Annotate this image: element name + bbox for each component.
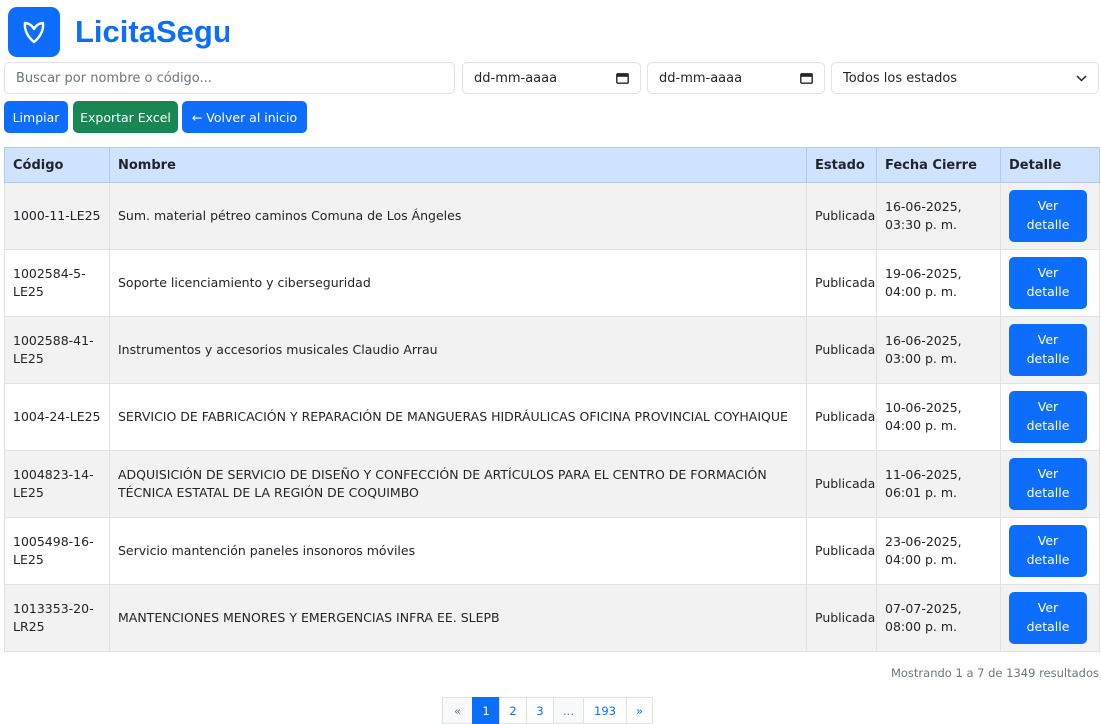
date-to-input[interactable]: dd-mm-aaaa xyxy=(647,62,825,94)
page-last[interactable]: 193 xyxy=(583,697,627,724)
cell-detail: Ver detalle xyxy=(1000,584,1100,652)
heart-outline-icon xyxy=(23,21,45,44)
cell-detail: Ver detalle xyxy=(1000,517,1100,585)
cell-code: 1004823-14-LE25 xyxy=(4,450,110,518)
cell-close-date: 07-07-2025, 08:00 p. m. xyxy=(876,584,1001,652)
cell-close-date: 16-06-2025, 03:30 p. m. xyxy=(876,182,1001,250)
chevron-down-icon xyxy=(1076,74,1087,82)
cell-code: 1002588-41-LE25 xyxy=(4,316,110,384)
table-row: 1004-24-LE25 SERVICIO DE FABRICACIÓN Y R… xyxy=(4,383,1100,451)
cell-close-date: 16-06-2025, 03:00 p. m. xyxy=(876,316,1001,384)
cell-code: 1013353-20-LR25 xyxy=(4,584,110,652)
view-detail-button[interactable]: Ver detalle xyxy=(1009,324,1087,376)
cell-status: Publicada xyxy=(806,383,877,451)
date-to-placeholder: dd-mm-aaaa xyxy=(659,70,743,86)
table-row: 1002584-5-LE25 Soporte licenciamiento y … xyxy=(4,249,1100,317)
cell-close-date: 10-06-2025, 04:00 p. m. xyxy=(876,383,1001,451)
export-excel-button[interactable]: Exportar Excel xyxy=(73,101,178,133)
page-1[interactable]: 1 xyxy=(472,697,500,724)
cell-code: 1002584-5-LE25 xyxy=(4,249,110,317)
page-prev[interactable]: « xyxy=(442,697,473,724)
cell-detail: Ver detalle xyxy=(1000,182,1100,250)
view-detail-button[interactable]: Ver detalle xyxy=(1009,592,1087,644)
view-detail-button[interactable]: Ver detalle xyxy=(1009,525,1087,577)
results-table: Código Nombre Estado Fecha Cierre Detall… xyxy=(4,147,1100,652)
table-header-row: Código Nombre Estado Fecha Cierre Detall… xyxy=(4,147,1100,183)
cell-status: Publicada xyxy=(806,316,877,384)
calendar-icon[interactable] xyxy=(800,72,813,84)
brand-name[interactable]: LicitaSegu xyxy=(75,14,229,50)
cell-code: 1000-11-LE25 xyxy=(4,182,110,250)
pagination: « 1 2 3 ... 193 » xyxy=(442,697,653,724)
cell-close-date: 19-06-2025, 04:00 p. m. xyxy=(876,249,1001,317)
cell-name: Soporte licenciamiento y ciberseguridad xyxy=(109,249,807,317)
cell-code: 1004-24-LE25 xyxy=(4,383,110,451)
column-header-detail: Detalle xyxy=(1000,147,1100,183)
status-select[interactable]: Todos los estados xyxy=(831,62,1099,94)
column-header-code: Código xyxy=(4,147,110,183)
column-header-status: Estado xyxy=(806,147,877,183)
cell-name: Sum. material pétreo caminos Comuna de L… xyxy=(109,182,807,250)
clear-button[interactable]: Limpiar xyxy=(4,101,68,133)
cell-status: Publicada xyxy=(806,450,877,518)
cell-name: MANTENCIONES MENORES Y EMERGENCIAS INFRA… xyxy=(109,584,807,652)
table-row: 1005498-16-LE25 Servicio mantención pane… xyxy=(4,517,1100,585)
cell-code: 1005498-16-LE25 xyxy=(4,517,110,585)
table-row: 1004823-14-LE25 ADQUISICIÓN DE SERVICIO … xyxy=(4,450,1100,518)
cell-detail: Ver detalle xyxy=(1000,450,1100,518)
page-3[interactable]: 3 xyxy=(526,697,554,724)
back-home-button[interactable]: ← Volver al inicio xyxy=(182,101,307,133)
date-from-placeholder: dd-mm-aaaa xyxy=(474,70,558,86)
logo[interactable] xyxy=(8,7,60,57)
cell-name: ADQUISICIÓN DE SERVICIO DE DISEÑO Y CONF… xyxy=(109,450,807,518)
cell-detail: Ver detalle xyxy=(1000,249,1100,317)
cell-detail: Ver detalle xyxy=(1000,316,1100,384)
status-select-value: Todos los estados xyxy=(843,70,958,86)
cell-name: Instrumentos y accesorios musicales Clau… xyxy=(109,316,807,384)
view-detail-button[interactable]: Ver detalle xyxy=(1009,391,1087,443)
header: LicitaSegu xyxy=(8,6,229,58)
page-ellipsis: ... xyxy=(553,697,584,724)
cell-close-date: 23-06-2025, 04:00 p. m. xyxy=(876,517,1001,585)
view-detail-button[interactable]: Ver detalle xyxy=(1009,190,1087,242)
table-row: 1013353-20-LR25 MANTENCIONES MENORES Y E… xyxy=(4,584,1100,652)
table-row: 1000-11-LE25 Sum. material pétreo camino… xyxy=(4,182,1100,250)
search-field[interactable] xyxy=(4,62,455,94)
calendar-icon[interactable] xyxy=(616,72,629,84)
date-from-input[interactable]: dd-mm-aaaa xyxy=(462,62,641,94)
table-row: 1002588-41-LE25 Instrumentos y accesorio… xyxy=(4,316,1100,384)
cell-status: Publicada xyxy=(806,517,877,585)
view-detail-button[interactable]: Ver detalle xyxy=(1009,257,1087,309)
page-next[interactable]: » xyxy=(626,697,653,724)
cell-status: Publicada xyxy=(806,249,877,317)
cell-name: SERVICIO DE FABRICACIÓN Y REPARACIÓN DE … xyxy=(109,383,807,451)
results-summary: Mostrando 1 a 7 de 1349 resultados xyxy=(890,666,1099,680)
cell-status: Publicada xyxy=(806,584,877,652)
cell-status: Publicada xyxy=(806,182,877,250)
view-detail-button[interactable]: Ver detalle xyxy=(1009,458,1087,510)
cell-close-date: 11-06-2025, 06:01 p. m. xyxy=(876,450,1001,518)
cell-name: Servicio mantención paneles insonoros mó… xyxy=(109,517,807,585)
column-header-name: Nombre xyxy=(109,147,807,183)
cell-detail: Ver detalle xyxy=(1000,383,1100,451)
search-input[interactable] xyxy=(16,70,443,86)
page-2[interactable]: 2 xyxy=(499,697,527,724)
column-header-close-date: Fecha Cierre xyxy=(876,147,1001,183)
